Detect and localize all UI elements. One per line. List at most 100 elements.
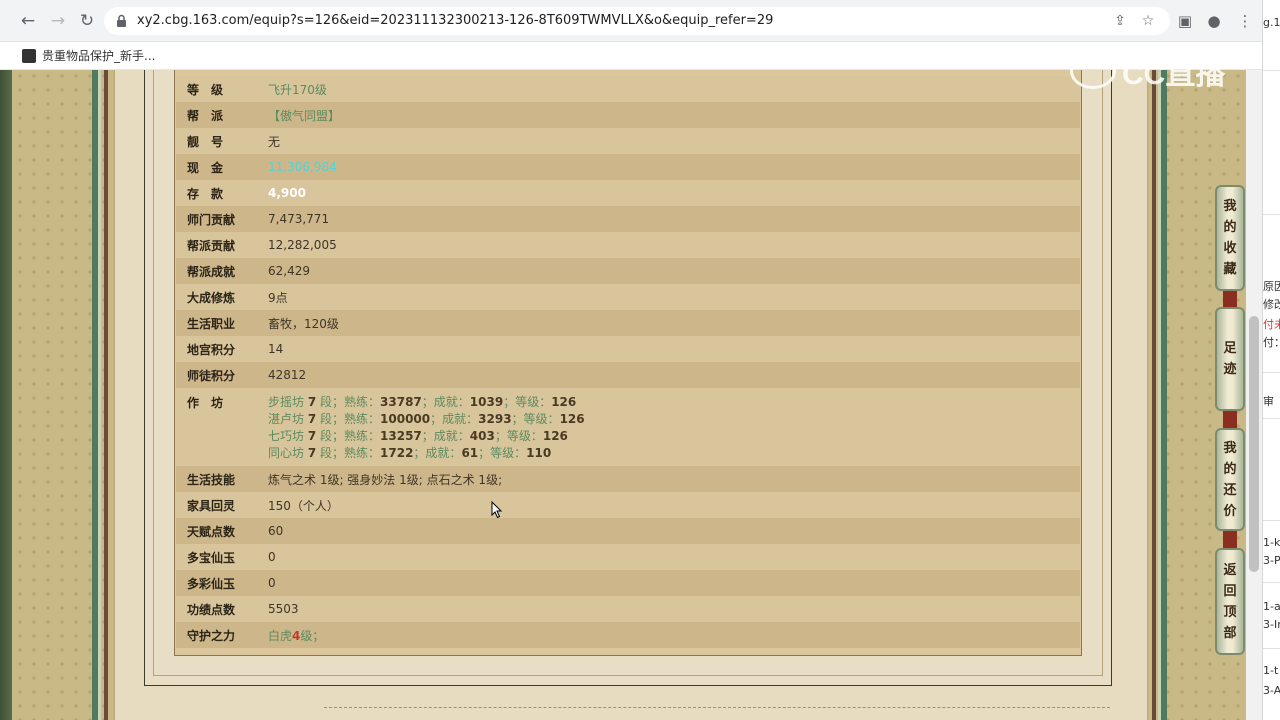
row-value: 60 <box>268 524 284 538</box>
row-label: 帮派成就 <box>187 264 236 279</box>
row-value: 150（个人） <box>268 498 339 513</box>
back-arrow-icon[interactable]: ← <box>17 10 39 32</box>
float-nav-char: 我 <box>1223 440 1237 456</box>
side-window-divider <box>1263 70 1280 71</box>
row-label: 帮 派 <box>187 108 224 123</box>
row-label: 作 坊 <box>187 396 224 410</box>
my-favorites-button[interactable]: 我的收藏 <box>1215 185 1245 291</box>
table-row: 生活职业 畜牧，120级 <box>176 310 1080 336</box>
row-label: 现 金 <box>187 160 224 175</box>
frame-line <box>1152 70 1156 720</box>
row-value: 7,473,771 <box>268 212 330 226</box>
reload-icon[interactable]: ↻ <box>76 10 98 32</box>
sidepanel-icon[interactable]: ▣ <box>1175 11 1195 31</box>
back-to-top-button[interactable]: 返回顶部 <box>1215 548 1245 655</box>
menu-icon[interactable]: ⋮ <box>1235 11 1255 31</box>
workshop-line: 步摇坊 7 段；熟练：33787；成就：1039；等级：126 <box>268 395 577 409</box>
side-window-text: 付： <box>1263 336 1280 349</box>
float-nav-char: 的 <box>1223 461 1237 477</box>
table-row: 家具回灵 150（个人） <box>176 492 1080 518</box>
table-row: 帮派成就 62,429 <box>176 258 1080 284</box>
table-row: 生活技能 炼气之术 1级; 强身妙法 1级; 点石之术 1级; <box>176 466 1080 492</box>
table-row: 多宝仙玉 0 <box>176 544 1080 570</box>
side-window-divider <box>1263 582 1280 583</box>
side-window-text: 修改 <box>1263 298 1280 311</box>
table-row: 作 坊 步摇坊 7 段；熟练：33787；成就：1039；等级：126 湛卢坊 7 … <box>176 388 1080 466</box>
table-row: 存 款 4,900 <box>176 180 1080 206</box>
adjacent-window: g.1 原因修改付未付： 审 1-k 3-P 1-a 3-Ir 1-t 3-A <box>1262 0 1280 720</box>
float-nav-char: 还 <box>1223 482 1237 498</box>
cc-live-watermark: CC直播 <box>1070 50 1242 92</box>
side-window-text: 1-a <box>1263 600 1280 613</box>
side-window-divider <box>1263 372 1280 373</box>
table-row: 天赋点数 60 <box>176 518 1080 544</box>
row-value: 62,429 <box>268 264 310 278</box>
cc-logo-icon <box>1070 53 1116 89</box>
lock-icon <box>117 14 126 27</box>
bookmark-item[interactable]: 贵重物品保护_新手... <box>22 47 155 64</box>
my-bargain-button[interactable]: 我的还价 <box>1215 428 1245 531</box>
float-nav-char: 我 <box>1223 199 1237 214</box>
table-row: 靓 号无 <box>176 128 1080 154</box>
row-value: 0 <box>268 550 276 564</box>
side-window-text: 3-Ir <box>1263 618 1280 631</box>
row-value: 11,306,984 <box>268 160 337 174</box>
row-label: 功绩点数 <box>187 602 236 617</box>
side-window-text: 3-A <box>1263 684 1280 697</box>
row-value: 4,900 <box>268 186 306 200</box>
side-window-text: 3-P <box>1263 554 1280 567</box>
row-label: 师徒积分 <box>187 368 236 383</box>
profile-icon[interactable]: ● <box>1204 11 1224 31</box>
side-window-divider <box>1263 648 1280 649</box>
table-row: 守护之力 白虎4级； <box>176 622 1080 648</box>
row-label: 地宫积分 <box>187 342 236 357</box>
row-label: 家具回灵 <box>187 498 236 513</box>
row-label: 帮派贡献 <box>187 238 236 253</box>
side-window-text: 1-t <box>1263 664 1279 677</box>
row-value: 5503 <box>268 602 299 616</box>
float-nav-char: 的 <box>1223 220 1237 235</box>
frame-line <box>104 70 108 720</box>
page-content: 等 级 飞升170级帮 派 【傲气同盟】靓 号 无现 金 11,306,984 存 款 4,… <box>0 70 1262 720</box>
side-window-text: 原因 <box>1263 280 1280 293</box>
share-icon[interactable]: ⇪ <box>1111 12 1129 30</box>
float-nav-char: 部 <box>1223 625 1237 641</box>
row-label: 存 款 <box>187 186 224 201</box>
star-icon[interactable]: ☆ <box>1139 12 1157 30</box>
row-label: 生活技能 <box>187 472 236 487</box>
side-window-text: 付未 <box>1263 318 1280 331</box>
row-value: 白虎4级； <box>268 628 325 643</box>
row-value: 无 <box>268 134 281 149</box>
side-window-text: g.1 <box>1263 16 1280 29</box>
side-window-text: 1-k <box>1263 536 1280 549</box>
row-label: 等 级 <box>187 82 224 97</box>
scrollbar-thumb[interactable] <box>1249 316 1259 572</box>
mouse-cursor-icon <box>491 501 503 519</box>
side-window-text: 审 <box>1263 395 1274 408</box>
float-nav-char: 收 <box>1223 241 1237 256</box>
row-label: 师门贡献 <box>187 212 236 227</box>
float-nav-connector <box>1223 530 1237 550</box>
float-nav-connector <box>1223 410 1237 430</box>
table-row: 现 金 11,306,984 <box>176 154 1080 180</box>
page-scrollbar[interactable] <box>1246 70 1262 720</box>
float-nav-char: 返 <box>1223 562 1237 578</box>
forward-arrow-icon[interactable]: → <box>47 10 69 32</box>
float-nav-char: 迹 <box>1223 362 1237 377</box>
float-nav-char: 藏 <box>1223 262 1237 277</box>
table-row: 师徒积分 42812 <box>176 362 1080 388</box>
workshop-list: 步摇坊 7 段；熟练：33787；成就：1039；等级：126 湛卢坊 7 段；熟… <box>268 394 585 462</box>
footprint-button[interactable]: 足迹 <box>1215 307 1245 411</box>
row-value: 0 <box>268 576 276 590</box>
browser-toolbar: ← → ↻ xy2.cbg.163.com/equip?s=126&eid=20… <box>0 0 1262 42</box>
row-value: 42812 <box>268 368 307 382</box>
row-value: 炼气之术 1级; 强身妙法 1级; 点石之术 1级; <box>268 472 503 487</box>
frame-line <box>98 70 101 720</box>
bookmark-favicon-icon <box>22 48 36 63</box>
workshop-line: 同心坊 7 段；熟练：1722；成就：61；等级：110 <box>268 446 552 460</box>
workshop-line: 湛卢坊 7 段；熟练：100000；成就：3293；等级：126 <box>268 412 585 426</box>
side-window-divider <box>1263 520 1280 521</box>
row-value: 14 <box>268 342 284 356</box>
address-bar[interactable]: xy2.cbg.163.com/equip?s=126&eid=20231113… <box>104 7 1170 35</box>
row-value: 【傲气同盟】 <box>268 108 341 123</box>
